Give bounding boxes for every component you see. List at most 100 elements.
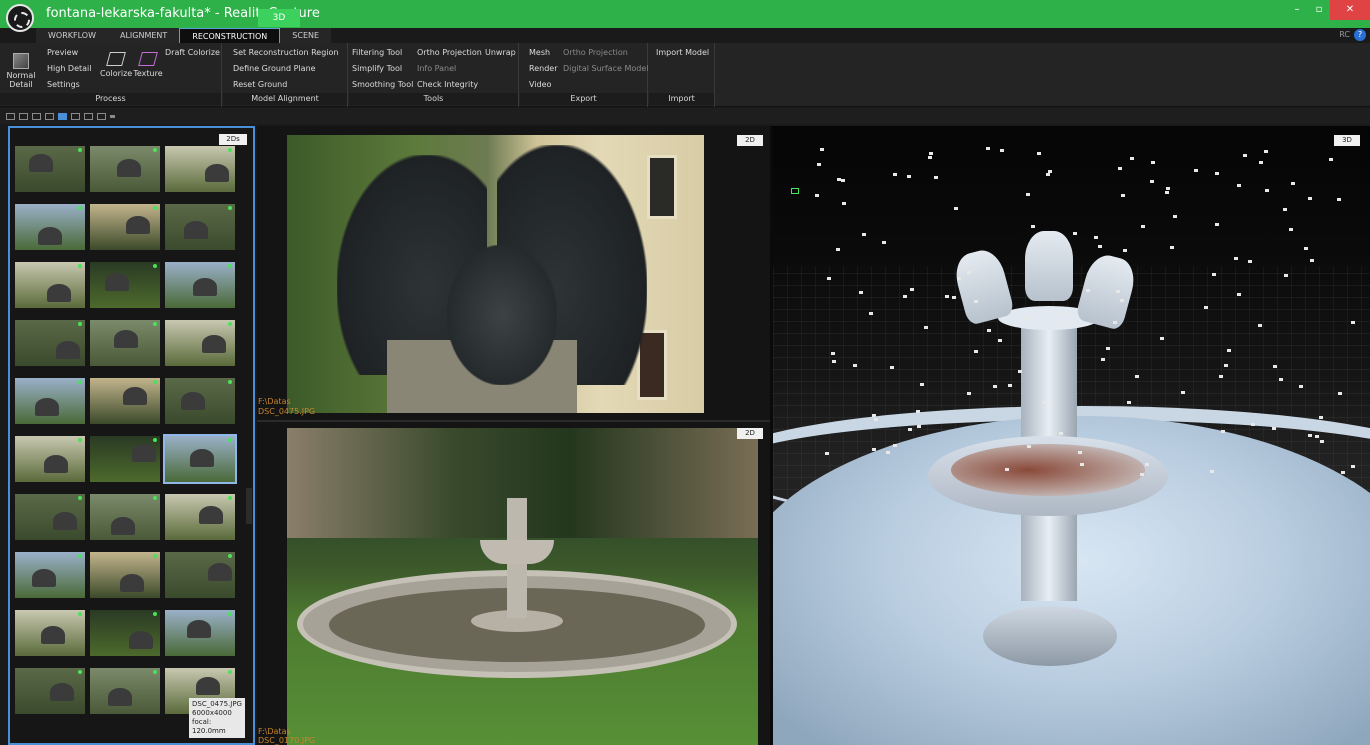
camera-point xyxy=(1059,432,1063,435)
aligned-status-icon xyxy=(78,322,82,326)
image-thumbnail[interactable] xyxy=(15,668,85,714)
view-gizmo-icon[interactable] xyxy=(791,188,799,194)
unwrap-button[interactable]: Unwrap xyxy=(485,48,516,57)
export-render-button[interactable]: Render xyxy=(529,64,557,73)
info-panel-button[interactable]: Info Panel xyxy=(417,64,456,73)
restore-button[interactable]: ▫ xyxy=(1308,0,1330,20)
layout-more-icon[interactable] xyxy=(110,114,115,118)
minimize-button[interactable]: – xyxy=(1286,0,1308,20)
images-panel[interactable]: 2Ds xyxy=(8,126,255,745)
mode-3d-badge[interactable]: 3D xyxy=(258,9,300,27)
image-thumbnail[interactable] xyxy=(90,146,160,192)
texture-button[interactable]: Texture xyxy=(133,51,163,78)
image-thumbnail[interactable] xyxy=(90,668,160,714)
layout-2-icon[interactable] xyxy=(19,112,28,120)
images-scrollbar[interactable] xyxy=(246,488,252,524)
image-thumbnail[interactable] xyxy=(163,434,237,484)
panel-label-3d[interactable]: 3D xyxy=(1334,135,1360,146)
image-thumbnail[interactable] xyxy=(90,552,160,598)
normal-detail-button[interactable]: Normal Detail xyxy=(4,53,38,89)
image-thumbnail[interactable] xyxy=(15,320,85,366)
draft-colorize-button[interactable]: Draft Colorize xyxy=(165,48,220,57)
export-video-button[interactable]: Video xyxy=(529,80,551,89)
ribbon-group-export: Mesh Render Video Ortho Projection Digit… xyxy=(520,43,649,107)
camera-point xyxy=(1140,473,1144,476)
export-mesh-button[interactable]: Mesh xyxy=(529,48,550,57)
ortho-projection-tool-button[interactable]: Ortho Projection xyxy=(417,48,482,57)
pigeon-icon xyxy=(187,620,211,638)
group-title-import: Import xyxy=(649,93,714,105)
camera-point xyxy=(1165,191,1169,194)
set-reconstruction-region-button[interactable]: Set Reconstruction Region xyxy=(233,48,338,57)
layout-6-icon[interactable] xyxy=(71,112,80,120)
filtering-tool-button[interactable]: Filtering Tool xyxy=(352,48,402,57)
pigeon-icon xyxy=(35,398,59,416)
tab-scene[interactable]: SCENE xyxy=(280,28,332,43)
aligned-status-icon xyxy=(153,148,157,152)
define-ground-plane-button[interactable]: Define Ground Plane xyxy=(233,64,316,73)
image-thumbnail[interactable] xyxy=(15,146,85,192)
image-thumbnail[interactable] xyxy=(90,320,160,366)
image-thumbnail[interactable] xyxy=(90,494,160,540)
settings-button[interactable]: Settings xyxy=(47,80,80,89)
image-thumbnail[interactable] xyxy=(15,552,85,598)
aligned-status-icon xyxy=(78,612,82,616)
image-thumbnail[interactable] xyxy=(165,262,235,308)
image-thumbnail[interactable] xyxy=(165,552,235,598)
export-ortho-projection-button[interactable]: Ortho Projection xyxy=(563,48,628,57)
camera-point xyxy=(1227,349,1231,352)
image-thumbnail[interactable] xyxy=(165,204,235,250)
colorize-button[interactable]: Colorize xyxy=(100,51,132,78)
panel-label-2d-top[interactable]: 2D xyxy=(737,135,763,146)
reset-ground-button[interactable]: Reset Ground xyxy=(233,80,287,89)
tab-alignment[interactable]: ALIGNMENT xyxy=(108,28,180,43)
image-thumbnail[interactable] xyxy=(165,320,235,366)
image-thumbnail[interactable] xyxy=(90,378,160,424)
smoothing-tool-button[interactable]: Smoothing Tool xyxy=(352,80,413,89)
export-dsm-button[interactable]: Digital Surface Model xyxy=(563,64,649,73)
simplify-tool-button[interactable]: Simplify Tool xyxy=(352,64,402,73)
image-thumbnail[interactable] xyxy=(90,262,160,308)
image-thumbnail[interactable] xyxy=(15,610,85,656)
app-logo-icon[interactable] xyxy=(6,4,34,32)
image-thumbnail[interactable] xyxy=(15,262,85,308)
high-detail-button[interactable]: High Detail xyxy=(47,64,92,73)
image-thumbnail[interactable] xyxy=(90,204,160,250)
pigeon-icon xyxy=(184,221,208,239)
image-thumbnail[interactable] xyxy=(165,610,235,656)
layout-1-icon[interactable] xyxy=(6,112,15,120)
panel-label-2d-bottom[interactable]: 2D xyxy=(737,428,763,439)
camera-point xyxy=(916,410,920,413)
view-3d[interactable]: 3D xyxy=(773,126,1370,745)
preview-button[interactable]: Preview xyxy=(47,48,78,57)
image-thumbnail[interactable] xyxy=(165,378,235,424)
photo-pigeon-closeup xyxy=(287,135,704,413)
image-thumbnail[interactable] xyxy=(90,610,160,656)
camera-point xyxy=(1284,274,1288,277)
layout-8-icon[interactable] xyxy=(97,112,106,120)
image-thumbnail[interactable] xyxy=(15,378,85,424)
image-thumbnail[interactable] xyxy=(165,146,235,192)
image-thumbnail[interactable] xyxy=(165,494,235,540)
image-thumbnail[interactable] xyxy=(90,436,160,482)
check-integrity-button[interactable]: Check Integrity xyxy=(417,80,478,89)
panel-label-2ds[interactable]: 2Ds xyxy=(219,134,247,145)
tab-workflow[interactable]: WORKFLOW xyxy=(36,28,108,43)
help-icon[interactable]: ? xyxy=(1354,29,1366,41)
layout-4-icon[interactable] xyxy=(45,112,54,120)
pigeon-icon xyxy=(108,688,132,706)
layout-5-icon[interactable] xyxy=(58,112,67,120)
camera-point xyxy=(987,329,991,332)
image-file-top: DSC_0475.JPG xyxy=(258,407,316,416)
tab-reconstruction[interactable]: RECONSTRUCTION xyxy=(179,28,281,43)
layout-7-icon[interactable] xyxy=(84,112,93,120)
layout-3-icon[interactable] xyxy=(32,112,41,120)
camera-point xyxy=(1121,194,1125,197)
close-button[interactable]: ✕ xyxy=(1330,0,1370,20)
import-model-button[interactable]: Import Model xyxy=(656,48,709,57)
pigeon-icon xyxy=(29,154,53,172)
image-thumbnail[interactable] xyxy=(15,494,85,540)
camera-point xyxy=(1018,370,1022,373)
image-thumbnail[interactable] xyxy=(15,436,85,482)
image-thumbnail[interactable] xyxy=(15,204,85,250)
